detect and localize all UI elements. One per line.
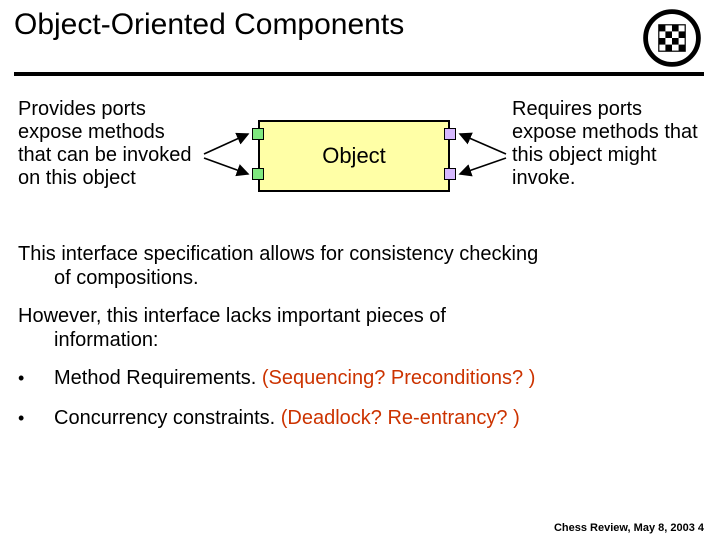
object-label: Object <box>322 143 386 169</box>
para1-line1: This interface specification allows for … <box>18 243 538 265</box>
bullet-mark: • <box>18 366 54 390</box>
bullet-2-red: (Deadlock? Re-entrancy? ) <box>281 407 520 429</box>
bullet-2-black: Concurrency constraints. <box>54 407 281 429</box>
provides-port-1 <box>252 128 264 140</box>
object-diagram: Object <box>198 98 512 228</box>
bullet-text: Method Requirements. (Sequencing? Precon… <box>54 366 702 390</box>
para2-line2: information: <box>18 328 702 352</box>
provides-port-2 <box>252 168 264 180</box>
paragraph-2: However, this interface lacks important … <box>18 304 702 352</box>
bullet-2: • Concurrency constraints. (Deadlock? Re… <box>18 406 702 430</box>
diagram-row: Provides ports expose methods that can b… <box>0 76 720 228</box>
para2-line1: However, this interface lacks important … <box>18 305 446 327</box>
bullet-1: • Method Requirements. (Sequencing? Prec… <box>18 366 702 390</box>
provides-text: Provides ports expose methods that can b… <box>18 98 198 190</box>
chess-logo <box>642 8 702 68</box>
bullet-text: Concurrency constraints. (Deadlock? Re-e… <box>54 406 702 430</box>
requires-port-1 <box>444 128 456 140</box>
requires-text: Requires ports expose methods that this … <box>512 98 702 190</box>
slide-footer: Chess Review, May 8, 2003 4 <box>554 522 704 534</box>
requires-port-2 <box>444 168 456 180</box>
para1-line2: of compositions. <box>18 266 702 290</box>
object-box: Object <box>258 120 450 192</box>
slide-title: Object-Oriented Components <box>14 8 404 42</box>
bullet-1-black: Method Requirements. <box>54 367 262 389</box>
paragraph-1: This interface specification allows for … <box>18 242 702 290</box>
bullet-1-red: (Sequencing? Preconditions? ) <box>262 367 536 389</box>
body-text: This interface specification allows for … <box>0 228 720 430</box>
bullet-mark: • <box>18 406 54 430</box>
slide-header: Object-Oriented Components <box>0 0 720 68</box>
